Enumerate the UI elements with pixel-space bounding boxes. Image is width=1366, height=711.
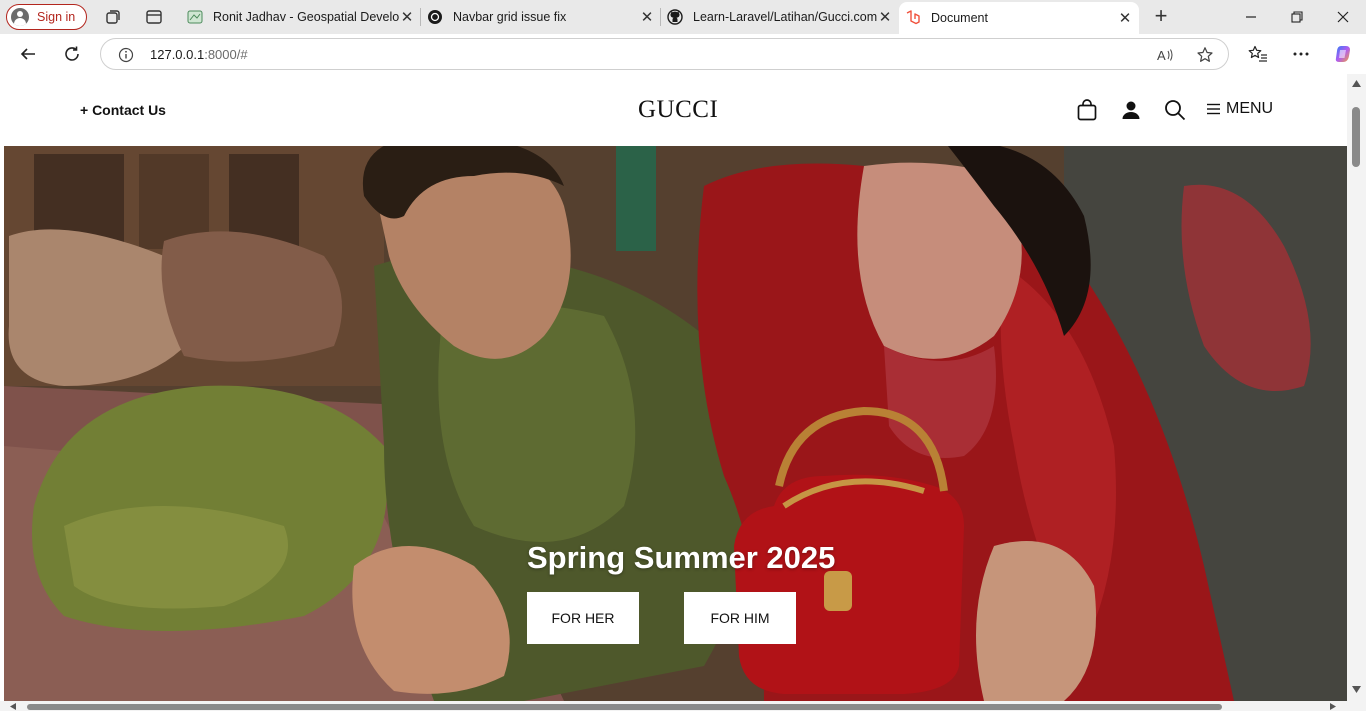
search-icon[interactable] (1164, 99, 1186, 121)
horizontal-scrollbar[interactable] (0, 701, 1366, 711)
close-tab-icon[interactable]: ✕ (399, 8, 415, 26)
close-window-button[interactable] (1320, 0, 1366, 34)
close-tab-icon[interactable]: ✕ (639, 8, 655, 26)
gucci-logo[interactable]: GUCCI (638, 96, 718, 124)
tab-title: Ronit Jadhav - Geospatial Develop (213, 10, 399, 24)
hero-campaign-image (4, 146, 1347, 701)
horizontal-scroll-thumb[interactable] (27, 704, 1222, 710)
new-tab-button[interactable]: + (1150, 5, 1172, 28)
more-options-button[interactable] (1289, 42, 1313, 66)
sign-in-label: Sign in (37, 10, 76, 24)
tab-title: Navbar grid issue fix (453, 10, 567, 24)
restore-window-button[interactable] (1274, 0, 1320, 34)
minimize-window-button[interactable] (1228, 0, 1274, 34)
close-tab-icon[interactable]: ✕ (1117, 9, 1133, 27)
tab-3-active[interactable]: Document ✕ (899, 2, 1139, 34)
close-icon (1337, 11, 1349, 23)
user-icon[interactable] (1120, 99, 1142, 121)
scroll-down-arrow-icon[interactable] (1352, 686, 1361, 693)
tab-actions-icon[interactable] (145, 8, 163, 26)
shopping-bag-icon[interactable] (1076, 99, 1098, 121)
back-button[interactable] (16, 42, 40, 66)
profile-avatar-icon (11, 8, 29, 26)
minimize-icon (1246, 16, 1256, 18)
contact-us-link[interactable]: + Contact Us (80, 102, 166, 118)
url-host: 127.0.0.1 (150, 47, 205, 62)
restore-icon (1291, 11, 1303, 23)
menu-label: MENU (1226, 100, 1274, 117)
close-tab-icon[interactable]: ✕ (877, 8, 893, 26)
favorite-star-icon[interactable] (1196, 46, 1214, 64)
scroll-right-arrow-icon[interactable] (1330, 703, 1336, 710)
address-bar[interactable]: 127.0.0.1:8000/# A (100, 38, 1229, 70)
site-info-icon[interactable] (118, 47, 134, 63)
svg-text:A: A (1157, 48, 1166, 63)
vertical-scroll-thumb[interactable] (1352, 107, 1360, 167)
copilot-button[interactable] (1331, 42, 1355, 66)
url-text[interactable]: 127.0.0.1:8000/# (150, 47, 248, 62)
copilot-icon (1335, 46, 1350, 62)
tab-2[interactable]: Learn-Laravel/Latihan/Gucci.com ✕ (661, 0, 899, 34)
tab-title: Document (931, 11, 988, 25)
back-arrow-icon (20, 48, 35, 60)
for-him-button[interactable]: FOR HIM (684, 592, 796, 644)
ellipsis-icon (1293, 52, 1309, 56)
site-navbar: + Contact Us GUCCI MENU (4, 74, 1347, 146)
hero-banner: Spring Summer 2025 FOR HER FOR HIM (4, 146, 1347, 701)
github-favicon-icon (667, 9, 683, 25)
tab-1[interactable]: Navbar grid issue fix ✕ (421, 0, 661, 34)
url-path: :8000/# (204, 47, 248, 62)
hero-title: Spring Summer 2025 (527, 540, 836, 575)
browser-toolbar: 127.0.0.1:8000/# A (0, 34, 1366, 74)
sign-in-button[interactable]: Sign in (6, 4, 87, 30)
refresh-button[interactable] (60, 42, 84, 66)
refresh-icon (65, 46, 79, 61)
scroll-up-arrow-icon[interactable] (1352, 80, 1361, 87)
read-aloud-icon[interactable]: A (1156, 46, 1174, 64)
tab-0[interactable]: Ronit Jadhav - Geospatial Develop ✕ (181, 0, 421, 34)
workspaces-icon[interactable] (104, 8, 122, 26)
laravel-favicon-icon (906, 10, 920, 25)
browser-tab-strip: Sign in Ronit Jadhav - Geospatial Develo… (0, 0, 1366, 34)
favorites-button[interactable] (1246, 42, 1270, 66)
vertical-scrollbar[interactable] (1347, 74, 1366, 701)
scroll-left-arrow-icon[interactable] (10, 703, 16, 710)
tab-title: Learn-Laravel/Latihan/Gucci.com (693, 10, 877, 24)
map-favicon-icon (187, 10, 203, 24)
favorites-list-icon (1248, 45, 1267, 62)
hamburger-menu-icon (1207, 103, 1220, 115)
menu-button[interactable]: MENU (1207, 100, 1273, 118)
chatgpt-favicon-icon (428, 10, 442, 24)
for-her-button[interactable]: FOR HER (527, 592, 639, 644)
page-viewport: + Contact Us GUCCI MENU Spring Summer 20… (4, 74, 1347, 701)
